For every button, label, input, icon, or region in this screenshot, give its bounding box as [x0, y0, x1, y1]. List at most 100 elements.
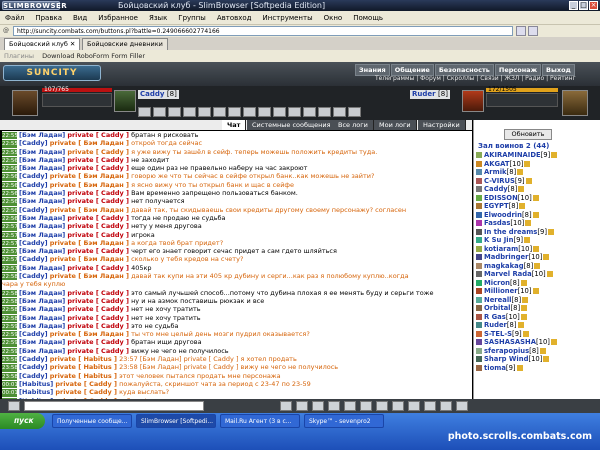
player-row[interactable]: sferapopius[8] — [476, 347, 600, 356]
info-icon[interactable] — [516, 364, 523, 371]
player-row[interactable]: R Gas[10] — [476, 313, 600, 322]
message-nick[interactable]: [Бэм Ладан] — [19, 297, 65, 305]
player-row[interactable]: EDISSON[10] — [476, 194, 600, 203]
player-name[interactable]: In the dreams — [484, 228, 537, 236]
message-private[interactable]: private [ Caddy ] — [55, 380, 117, 388]
player-row[interactable]: C-VIRUS[9] — [476, 177, 600, 186]
message-nick[interactable]: [Habitus] — [19, 388, 53, 396]
player-name[interactable]: C-VIRUS — [484, 177, 515, 185]
player-name[interactable]: Fasdas — [484, 219, 510, 227]
log-icon[interactable] — [408, 401, 420, 411]
player-name[interactable]: AKIRAMINAIDE — [484, 151, 541, 159]
info-icon[interactable] — [532, 194, 539, 201]
player-row[interactable]: Orbital[8] — [476, 304, 600, 313]
info-icon[interactable] — [522, 296, 529, 303]
player-name[interactable]: magkakag — [484, 262, 524, 270]
info-icon[interactable] — [517, 169, 524, 175]
message-private[interactable]: private [ Habitus ] — [50, 363, 117, 371]
sound-icon[interactable] — [296, 401, 308, 411]
menu-edit[interactable]: Правка — [35, 14, 62, 22]
message-nick[interactable]: [Caddy] — [19, 372, 48, 380]
message-nick[interactable]: [Caddy] — [19, 139, 48, 147]
player-row[interactable]: In the dreams[9] — [476, 228, 600, 237]
menu-tools[interactable]: Инструменты — [263, 14, 313, 22]
font-icon[interactable] — [360, 401, 372, 411]
message-private[interactable]: private [ Бэм Ладан ] — [50, 181, 129, 189]
message-nick[interactable]: [Caddy] — [19, 239, 48, 247]
info-icon[interactable] — [522, 330, 529, 337]
message-private[interactable]: private [ Caddy ] — [67, 197, 129, 205]
exit-chat-icon[interactable] — [456, 401, 468, 411]
message-private[interactable]: private [ Бэм Ладан ] — [50, 172, 129, 180]
info-icon[interactable] — [518, 186, 525, 192]
tab-all-logs[interactable]: Все логи — [333, 120, 374, 130]
message-private[interactable]: private [ Бэм Ладан ] — [50, 330, 129, 338]
message-nick[interactable]: [Бэм Ладан] — [19, 156, 65, 164]
message-private[interactable]: private [ Caddy ] — [67, 214, 129, 222]
info-icon[interactable] — [520, 313, 527, 320]
right-player-name[interactable]: Ruder [8] — [410, 90, 450, 99]
scroll-icon[interactable] — [328, 401, 340, 411]
message-nick[interactable]: [Caddy] — [19, 172, 48, 180]
message-private[interactable]: private [ Caddy ] — [67, 264, 129, 272]
menu-help[interactable]: Помощь — [353, 14, 383, 22]
chat-input[interactable] — [24, 401, 204, 411]
message-nick[interactable]: [Бэм Ладан] — [19, 189, 65, 197]
message-nick[interactable]: [Бэм Ладан] — [19, 264, 65, 272]
player-name[interactable]: Sharp Wind — [484, 355, 528, 363]
player-name[interactable]: K Su Jin — [484, 236, 513, 244]
url-input[interactable]: http://suncity.combats.com/buttons.pl?ba… — [13, 26, 513, 36]
info-icon[interactable] — [525, 220, 532, 226]
info-icon[interactable] — [551, 152, 558, 158]
message-private[interactable]: private [ Caddy ] — [67, 231, 129, 239]
player-row[interactable]: Millioner[10] — [476, 287, 600, 296]
message-private[interactable]: private [ Caddy ] — [67, 305, 129, 313]
message-nick[interactable]: [Caddy] — [19, 181, 48, 189]
message-nick[interactable]: [Бэм Ладан] — [19, 131, 65, 139]
message-nick[interactable]: [Caddy] — [19, 355, 48, 363]
clear-icon[interactable] — [312, 401, 324, 411]
player-row[interactable]: Sharp Wind[10] — [476, 355, 600, 364]
message-private[interactable]: private [ Caddy ] — [67, 156, 129, 164]
tab-system-messages[interactable]: Системные сообщения — [247, 120, 337, 130]
message-nick[interactable]: [Caddy] — [19, 272, 48, 280]
message-nick[interactable]: [Habitus] — [19, 380, 53, 388]
info-icon[interactable] — [524, 237, 531, 243]
player-name[interactable]: AKGAT — [484, 160, 509, 168]
info-icon[interactable] — [519, 203, 526, 209]
player-name[interactable]: Madbringer — [484, 253, 528, 261]
history-icon[interactable] — [376, 401, 388, 411]
message-nick[interactable]: [Caddy] — [19, 363, 48, 371]
help-icon[interactable] — [424, 401, 436, 411]
player-row[interactable]: Micron[8] — [476, 279, 600, 288]
tab-my-logs[interactable]: Мои логи — [374, 120, 417, 130]
refresh-button[interactable]: Обновить — [504, 129, 552, 140]
player-row[interactable]: Fasdas[10] — [476, 219, 600, 228]
message-private[interactable]: private [ Habitus ] — [50, 355, 117, 363]
info-icon[interactable] — [546, 271, 553, 277]
message-private[interactable]: private [ Caddy ] — [67, 322, 129, 330]
player-name[interactable]: Micron — [484, 279, 510, 287]
player-name[interactable]: SASHASASHA — [484, 338, 536, 346]
game-nav-bottom[interactable]: Телеграммы | Форум | Скроллы | Связи | Ж… — [375, 75, 576, 82]
filter-icon[interactable] — [280, 401, 292, 411]
message-nick[interactable]: [Бэм Ладан] — [19, 214, 65, 222]
message-private[interactable]: private [ Caddy ] — [67, 164, 129, 172]
message-nick[interactable]: [Бэм Ладан] — [19, 231, 65, 239]
player-name[interactable]: Ruder — [484, 321, 507, 329]
message-private[interactable]: private [ Caddy ] — [55, 388, 117, 396]
tab-settings[interactable]: Настройки — [418, 120, 466, 130]
menu-language[interactable]: Язык — [149, 14, 167, 22]
task-mailru-agent[interactable]: Mail.Ru Агент (3 в с... — [220, 414, 300, 428]
message-nick[interactable]: [Бэм Ладан] — [19, 338, 65, 346]
task-messages[interactable]: Полученные сообще... — [52, 414, 132, 428]
player-name[interactable]: Elwoodrin — [484, 211, 522, 219]
tab-fight-diaries[interactable]: Бойцовские дневники — [82, 38, 168, 50]
message-private[interactable]: private [ Caddy ] — [67, 297, 129, 305]
message-private[interactable]: private [ Бэм Ладан ] — [50, 255, 129, 263]
info-icon[interactable] — [534, 262, 541, 269]
lock-icon[interactable] — [440, 401, 452, 411]
translit-icon[interactable] — [344, 401, 356, 411]
message-private[interactable]: private [ Caddy ] — [67, 314, 129, 322]
info-icon[interactable] — [550, 339, 557, 345]
